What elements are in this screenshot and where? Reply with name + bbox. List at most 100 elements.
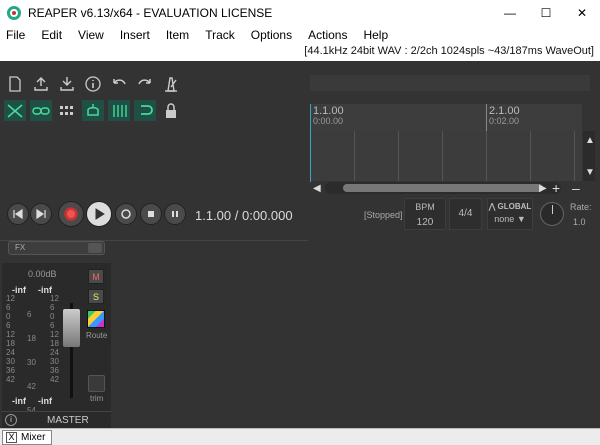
maximize-button[interactable]: ☐ — [528, 0, 564, 25]
global-dropdown[interactable]: none ▼ — [488, 214, 532, 224]
timeline-ruler[interactable]: 1.1.00 0:00.00 2.1.00 0:02.00 — [310, 104, 582, 131]
mute-button[interactable]: M — [88, 269, 104, 284]
master-name: MASTER — [47, 415, 89, 426]
ripple-edit-button[interactable] — [4, 100, 26, 122]
stop-icon — [148, 211, 154, 217]
menu-edit[interactable]: Edit — [33, 27, 70, 43]
metronome-button[interactable] — [160, 73, 182, 95]
window-title: REAPER v6.13/x64 - EVALUATION LICENSE — [28, 5, 273, 20]
solo-button[interactable]: S — [88, 289, 104, 304]
go-to-end-button[interactable] — [30, 203, 52, 225]
new-project-button[interactable] — [4, 73, 26, 95]
toolbar-row-1 — [4, 73, 182, 95]
playrate-global-box[interactable]: ⋀ GLOBAL none ▼ — [487, 198, 533, 230]
playrate-knob[interactable] — [540, 202, 564, 226]
vertical-scrollbar[interactable]: ▲ ▼ — [583, 131, 595, 181]
trim-label[interactable]: trim — [90, 394, 103, 403]
menu-item[interactable]: Item — [158, 27, 197, 43]
lock-icon — [166, 103, 176, 118]
audio-status[interactable]: [44.1kHz 24bit WAV : 2/2ch 1024spls ~43/… — [304, 45, 594, 57]
save-project-button[interactable] — [56, 73, 78, 95]
mixer-tab[interactable]: X Mixer — [2, 430, 53, 445]
close-tab-icon[interactable]: X — [6, 432, 17, 443]
go-to-start-button[interactable] — [7, 203, 29, 225]
master-label-bar: i MASTER — [2, 411, 111, 428]
record-icon — [64, 207, 78, 221]
menu-insert[interactable]: Insert — [112, 27, 158, 43]
global-value: none — [494, 214, 515, 224]
transport-state: [Stopped] — [364, 210, 403, 220]
menu-track[interactable]: Track — [197, 27, 243, 43]
redo-button[interactable] — [134, 73, 156, 95]
edit-cursor — [310, 104, 311, 182]
position-display[interactable]: 1.1.00 / 0:00.000 — [195, 208, 293, 223]
scroll-right-icon[interactable]: ▶ — [539, 183, 547, 194]
scroll-left-icon[interactable]: ◀ — [313, 183, 321, 194]
pause-icon — [172, 211, 178, 217]
fx-label: FX — [15, 243, 26, 252]
close-button[interactable]: ✕ — [564, 0, 600, 25]
mixer-area[interactable] — [111, 241, 600, 428]
open-project-button[interactable] — [30, 73, 52, 95]
meter-scale-left: 12 6 0 6 12 18 24 30 36 42 — [6, 294, 15, 384]
snap-icon — [87, 104, 99, 116]
lock-button[interactable] — [160, 100, 182, 122]
route-icon[interactable] — [87, 310, 105, 328]
transport-bar: 1.1.00 / 0:00.000 [Stopped] BPM 120 4/4 … — [0, 194, 600, 239]
arrange-view[interactable] — [310, 131, 582, 181]
loop-icon — [141, 105, 153, 115]
rate-value[interactable]: 1.0 — [573, 217, 586, 227]
time-signature[interactable]: 4/4 — [449, 198, 482, 230]
bpm-value: 120 — [416, 217, 434, 228]
title-bar: REAPER v6.13/x64 - EVALUATION LICENSE — … — [0, 0, 600, 25]
loop-button[interactable] — [134, 100, 156, 122]
redo-icon — [138, 79, 151, 85]
project-info-button[interactable] — [82, 73, 104, 95]
fx-bypass-icon[interactable] — [88, 243, 102, 253]
new-file-icon — [9, 76, 21, 92]
menu-bar: File Edit View Insert Item Track Options… — [0, 25, 600, 61]
undo-button[interactable] — [108, 73, 130, 95]
lanes-button[interactable] — [108, 100, 130, 122]
region-ruler[interactable] — [310, 75, 590, 91]
record-button[interactable] — [58, 201, 84, 227]
scroll-down-icon: ▼ — [585, 167, 595, 178]
bpm-box[interactable]: BPM 120 — [404, 198, 446, 230]
docker-tab-bar: X Mixer — [0, 428, 600, 445]
metronome-icon — [165, 77, 177, 92]
master-fader-handle[interactable] — [63, 309, 80, 347]
envelope-trim-icon[interactable] — [88, 375, 105, 392]
timeline-line — [486, 104, 487, 131]
repeat-icon — [121, 209, 131, 219]
menu-view[interactable]: View — [70, 27, 112, 43]
stop-button[interactable] — [140, 203, 162, 225]
meter-bottom-right: -inf — [38, 396, 52, 406]
master-info-icon[interactable]: i — [5, 414, 17, 426]
pause-button[interactable] — [164, 203, 186, 225]
meter-bottom-left: -inf — [12, 396, 26, 406]
bpm-label: BPM — [415, 202, 435, 212]
menu-file[interactable]: File — [0, 27, 33, 43]
route-label[interactable]: Route — [86, 331, 107, 340]
global-label: ⋀ GLOBAL — [488, 202, 532, 211]
minimize-button[interactable]: — — [492, 0, 528, 25]
repeat-button[interactable] — [115, 203, 137, 225]
envelope-icon: ⋀ — [488, 202, 496, 211]
snap-button[interactable] — [82, 100, 104, 122]
master-volume-db[interactable]: 0.00dB — [28, 269, 57, 279]
grid-button[interactable] — [56, 100, 78, 122]
scroll-thumb[interactable] — [343, 184, 543, 192]
menu-actions[interactable]: Actions — [300, 27, 355, 43]
horizontal-scrollbar[interactable] — [325, 182, 561, 194]
rate-label: Rate: — [570, 202, 592, 212]
download-icon — [60, 77, 74, 91]
play-button[interactable] — [86, 201, 112, 227]
mixer-tab-label: Mixer — [21, 432, 46, 443]
master-fx-button[interactable]: FX — [8, 241, 105, 255]
global-label-text: GLOBAL — [497, 202, 532, 211]
meter-scale-right: 12 6 0 6 12 18 24 30 36 42 — [50, 294, 59, 384]
menu-help[interactable]: Help — [355, 27, 396, 43]
menu-options[interactable]: Options — [243, 27, 300, 43]
timeline-mark-1: 1.1.00 0:00.00 — [313, 105, 344, 126]
grouping-button[interactable] — [30, 100, 52, 122]
